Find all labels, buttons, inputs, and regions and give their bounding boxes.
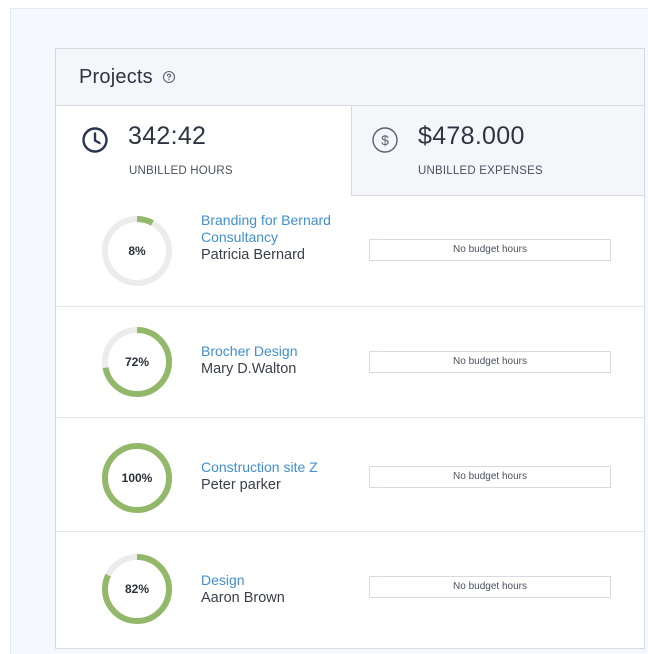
project-row: 8% Branding for Bernard Consultancy Patr…: [56, 196, 644, 307]
progress-percent: 72%: [124, 355, 150, 369]
progress-percent: 100%: [121, 471, 153, 485]
unbilled-expenses-value: $478.000: [418, 122, 525, 150]
project-row: 100% Construction site Z Peter parker No…: [56, 418, 644, 532]
projects-panel: Projects 342:42 UNBILLED HOURS $ $478.00…: [55, 48, 645, 649]
budget-hours-field: No budget hours: [369, 351, 611, 373]
unbilled-hours-value: 342:42: [128, 122, 207, 150]
project-row: 82% Design Aaron Brown No budget hours: [56, 532, 644, 648]
dollar-circle-icon: $: [371, 126, 399, 154]
project-name-link[interactable]: Design: [201, 572, 285, 589]
budget-hours-field: No budget hours: [369, 576, 611, 598]
unbilled-hours-label: UNBILLED HOURS: [129, 165, 233, 177]
project-row: 72% Brocher Design Mary D.Walton No budg…: [56, 307, 644, 418]
unbilled-expenses-label: UNBILLED EXPENSES: [418, 165, 543, 177]
project-client: Mary D.Walton: [201, 361, 297, 377]
project-name-link[interactable]: Branding for Bernard Consultancy: [201, 212, 361, 246]
stats-bar: 342:42 UNBILLED HOURS $ $478.000 UNBILLE…: [56, 106, 644, 196]
project-name-link[interactable]: Brocher Design: [201, 343, 298, 360]
project-client: Patricia Bernard: [201, 247, 305, 263]
budget-hours-field: No budget hours: [369, 466, 611, 488]
dashboard-background: Projects 342:42 UNBILLED HOURS $ $478.00…: [10, 8, 648, 654]
project-name-link[interactable]: Construction site Z: [201, 459, 318, 476]
unbilled-expenses-tab[interactable]: $ $478.000 UNBILLED EXPENSES: [351, 106, 644, 196]
budget-hours-field: No budget hours: [369, 239, 611, 261]
svg-text:$: $: [381, 132, 389, 148]
question-circle-icon[interactable]: [162, 70, 176, 84]
project-client: Peter parker: [201, 477, 281, 493]
unbilled-hours-tab[interactable]: 342:42 UNBILLED HOURS: [56, 106, 351, 196]
panel-title: Projects: [79, 65, 153, 88]
clock-icon: [81, 126, 109, 154]
panel-header: Projects: [56, 49, 644, 106]
project-list: 8% Branding for Bernard Consultancy Patr…: [56, 196, 644, 648]
project-client: Aaron Brown: [201, 590, 285, 606]
progress-percent: 8%: [128, 244, 146, 258]
progress-percent: 82%: [124, 582, 150, 596]
